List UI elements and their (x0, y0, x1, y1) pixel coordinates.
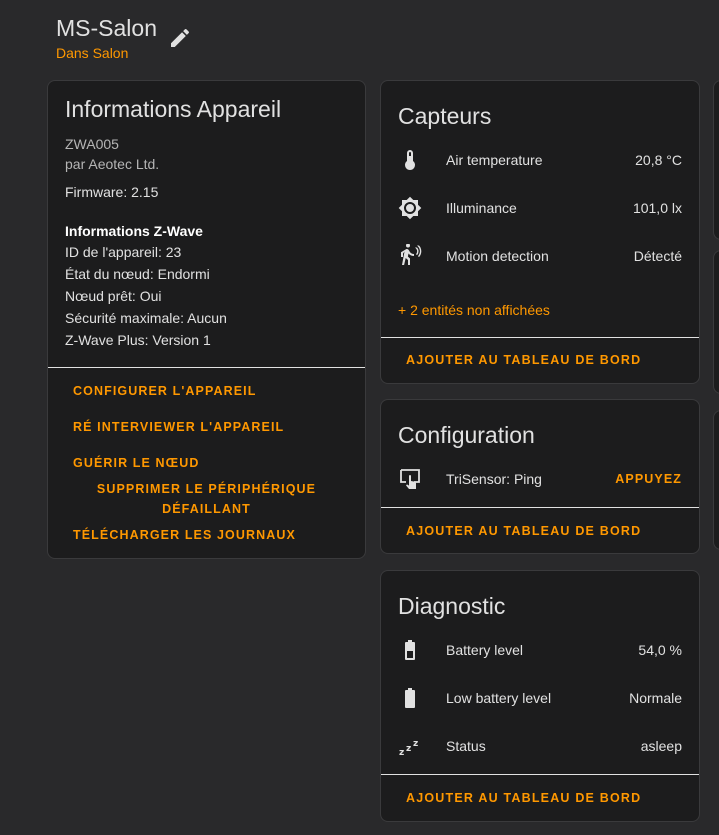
device-model: ZWA005 (65, 136, 119, 152)
remove-failed-label-line2: DÉFAILLANT (162, 502, 251, 516)
device-header: MS-Salon Dans Salon (56, 14, 157, 61)
sensors-card: Capteurs Air temperature 20,8 °C Illumin… (380, 80, 700, 384)
zwave-node-status: État du nœud: Endormi (65, 266, 210, 282)
zwave-node-id: ID de l'appareil: 23 (65, 244, 182, 260)
battery-full-icon (398, 686, 422, 710)
sensors-title: Capteurs (398, 103, 492, 129)
gesture-tap-icon (398, 467, 422, 491)
device-info-divider (48, 367, 365, 368)
motion-sensor-icon (398, 243, 422, 268)
configure-device-button[interactable]: CONFIGURER L'APPAREIL (73, 384, 256, 398)
diagnostic-divider (381, 774, 699, 775)
brightness-icon (398, 196, 422, 220)
offscreen-card-edge (713, 250, 719, 394)
pencil-icon[interactable] (168, 26, 192, 50)
diagnostic-add-to-dashboard-button[interactable]: AJOUTER AU TABLEAU DE BORD (406, 791, 641, 805)
zwave-info-heading: Informations Z-Wave (65, 223, 203, 239)
sensor-value: 20,8 °C (635, 152, 682, 168)
sleep-icon: zzz (398, 734, 422, 758)
sensor-value: Détecté (633, 248, 682, 264)
device-page: MS-Salon Dans Salon Informations Apparei… (0, 0, 719, 835)
diag-row-status[interactable]: zzz Status asleep (381, 734, 699, 758)
sensor-name: Illuminance (446, 200, 517, 216)
svg-text:z: z (399, 748, 404, 758)
configuration-divider (381, 507, 699, 508)
sensor-row-temperature[interactable]: Air temperature 20,8 °C (381, 148, 699, 172)
device-firmware: Firmware: 2.15 (65, 184, 159, 200)
sensor-name: Air temperature (446, 152, 543, 168)
zwave-node-ready: Nœud prêt: Oui (65, 288, 162, 304)
diag-name: Status (446, 738, 486, 754)
device-info-body: ZWA005 par Aeotec Ltd. Firmware: 2.15 In… (65, 134, 227, 351)
configuration-card: Configuration TriSensor: Ping APPUYEZ AJ… (380, 399, 700, 554)
heal-node-button[interactable]: GUÉRIR LE NŒUD (73, 456, 200, 470)
configuration-add-to-dashboard-button[interactable]: AJOUTER AU TABLEAU DE BORD (406, 524, 641, 538)
device-title: MS-Salon (56, 15, 157, 41)
offscreen-card-edge (713, 410, 719, 550)
zwave-security: Sécurité maximale: Aucun (65, 310, 227, 326)
remove-failed-label-line1: SUPPRIMER LE PÉRIPHÉRIQUE (96, 482, 317, 496)
sensor-row-motion[interactable]: Motion detection Détecté (381, 243, 699, 268)
sensor-value: 101,0 lx (632, 200, 682, 216)
diagnostic-card: Diagnostic Battery level 54,0 % Low batt… (380, 570, 700, 822)
diag-row-battery-level[interactable]: Battery level 54,0 % (381, 638, 699, 662)
configuration-title: Configuration (398, 422, 535, 448)
hidden-entities-link[interactable]: + 2 entités non affichées (398, 302, 550, 318)
diag-name: Low battery level (446, 690, 552, 706)
svg-text:z: z (406, 744, 411, 754)
device-info-title: Informations Appareil (65, 96, 282, 122)
press-button[interactable]: APPUYEZ (615, 472, 682, 486)
diag-value: Normale (629, 690, 682, 706)
battery-icon (398, 638, 422, 662)
download-logs-button[interactable]: TÉLÉCHARGER LES JOURNAUX (73, 528, 296, 542)
reinterview-device-button[interactable]: RÉ INTERVIEWER L'APPAREIL (73, 420, 284, 434)
thermometer-icon (398, 148, 422, 172)
config-name: TriSensor: Ping (446, 471, 542, 487)
area-link[interactable]: Dans Salon (56, 45, 157, 61)
diagnostic-title: Diagnostic (398, 593, 506, 619)
config-row-ping[interactable]: TriSensor: Ping APPUYEZ (381, 467, 699, 491)
diag-value: asleep (640, 738, 682, 754)
remove-failed-device-button[interactable]: SUPPRIMER LE PÉRIPHÉRIQUE DÉFAILLANT (48, 479, 365, 519)
svg-text:z: z (413, 739, 418, 749)
device-info-card: Informations Appareil ZWA005 par Aeotec … (47, 80, 366, 559)
sensors-divider (381, 337, 699, 338)
sensor-name: Motion detection (446, 248, 549, 264)
zwave-plus: Z-Wave Plus: Version 1 (65, 332, 211, 348)
sensor-row-illuminance[interactable]: Illuminance 101,0 lx (381, 196, 699, 220)
diag-value: 54,0 % (638, 642, 682, 658)
diag-row-low-battery[interactable]: Low battery level Normale (381, 686, 699, 710)
diag-name: Battery level (446, 642, 524, 658)
offscreen-card-edge (713, 80, 719, 240)
sensors-add-to-dashboard-button[interactable]: AJOUTER AU TABLEAU DE BORD (406, 353, 641, 367)
device-manufacturer: par Aeotec Ltd. (65, 156, 160, 172)
